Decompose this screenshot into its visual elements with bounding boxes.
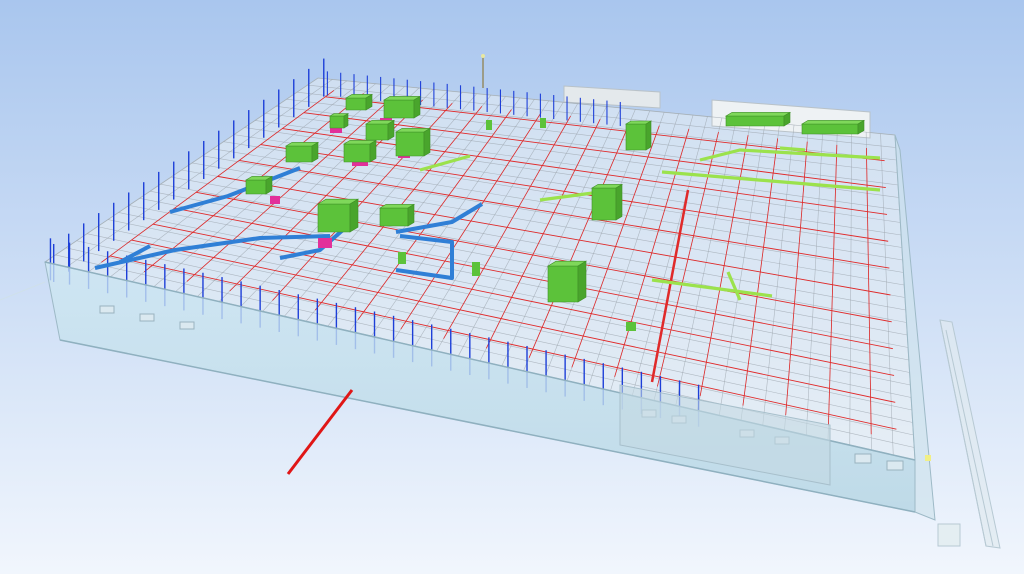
equipment-unit (472, 262, 480, 276)
equipment-unit (328, 113, 350, 129)
equipment-unit (364, 119, 396, 141)
door-indicator (925, 455, 931, 461)
equipment-unit (546, 260, 588, 303)
equipment-unit (540, 118, 546, 128)
equipment-unit (626, 322, 636, 331)
equipment-unit (284, 141, 320, 163)
equipment-unit (382, 95, 422, 119)
mast-light (481, 54, 485, 58)
equipment-unit (244, 175, 274, 195)
equipment-unit (800, 119, 866, 135)
pipe-fitting (270, 196, 280, 204)
equipment-unit (394, 127, 432, 157)
equipment-unit (724, 111, 792, 127)
equipment-unit (590, 183, 624, 221)
equipment-unit (316, 198, 360, 233)
pipe-run (779, 146, 806, 152)
equipment-unit (486, 120, 492, 130)
equipment-unit (342, 139, 378, 163)
pipe-fitting (318, 238, 332, 248)
equipment-unit (398, 252, 406, 264)
equipment-unit (344, 93, 374, 111)
equipment-unit (624, 120, 653, 151)
3d-viewport[interactable] (0, 0, 1024, 574)
equipment-unit (378, 203, 416, 227)
